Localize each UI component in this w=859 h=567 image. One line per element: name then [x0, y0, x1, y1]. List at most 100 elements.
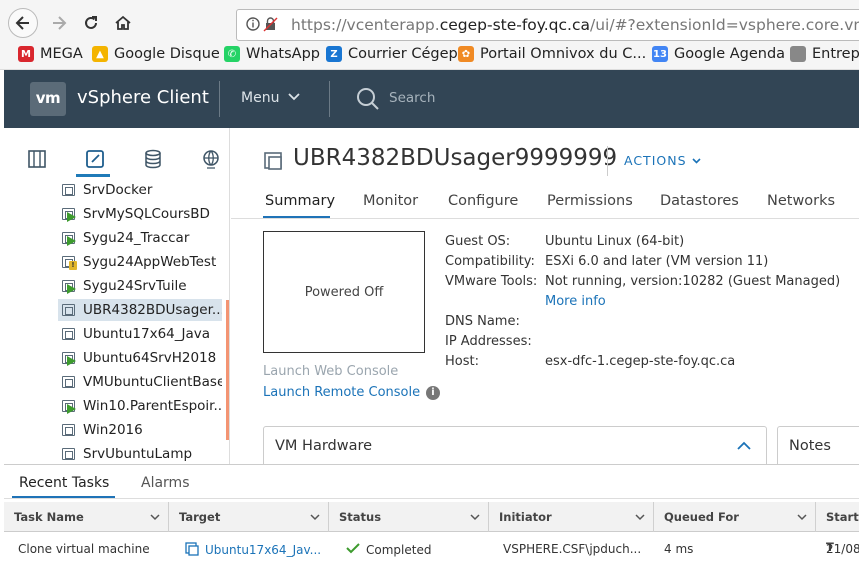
bookmark-item[interactable]: M MEGA — [18, 46, 83, 62]
vm-icon — [62, 447, 77, 462]
bookmark-item[interactable]: ✿ Portail Omnivox du C... — [458, 46, 646, 62]
bookmark-label: Google Agenda — [674, 46, 786, 62]
home-button[interactable] — [108, 8, 138, 38]
tree-item-label: Sygu24AppWebTest — [83, 254, 217, 270]
tree-item[interactable]: Ubuntu17x64_Java — [58, 323, 222, 345]
tree-item[interactable]: UBR4382BDUsager... — [58, 299, 222, 321]
vm-icon — [62, 423, 77, 438]
calendar-icon: 13 — [652, 46, 668, 62]
reload-icon — [85, 16, 97, 29]
console-thumbnail[interactable]: Powered Off — [263, 231, 425, 353]
google-drive-icon: ▲ — [92, 46, 108, 62]
menu-button[interactable]: Menu — [241, 90, 300, 106]
header-divider — [219, 81, 220, 117]
tree-item[interactable]: Ubuntu64SrvH2018 — [58, 347, 222, 369]
header-divider — [329, 81, 330, 117]
launch-remote-console-link[interactable]: Launch Remote Console — [263, 385, 420, 400]
task-initiator: VSPHERE.CSF\jpduch... — [503, 542, 642, 556]
chevron-down-icon[interactable] — [310, 513, 320, 521]
column-header-label: Task Name — [14, 510, 84, 524]
tree-item[interactable]: ! Sygu24AppWebTest — [58, 251, 222, 273]
column-header[interactable]: Status — [329, 502, 489, 532]
hosts-clusters-tab[interactable] — [24, 146, 50, 172]
chevron-down-icon[interactable] — [470, 513, 480, 521]
omnivox-icon: ✿ — [458, 46, 474, 62]
vm-icon — [185, 542, 199, 556]
column-header[interactable]: Start T — [816, 502, 859, 554]
tree-item[interactable]: SrvUbuntuLamp — [58, 443, 222, 464]
tab-permissions[interactable]: Permissions — [547, 193, 633, 209]
actions-label: ACTIONS — [624, 153, 687, 168]
bookmark-label: Google Disque — [114, 46, 220, 62]
bookmark-item[interactable]: Z Courrier Cégep — [326, 46, 458, 62]
vms-templates-tab[interactable] — [82, 146, 108, 172]
bookmark-item[interactable]: Entrepr — [790, 46, 859, 62]
vm-warning-icon: ! — [62, 255, 77, 270]
bookmark-item[interactable]: ▲ Google Disque — [92, 46, 220, 62]
vm-summary-panel: UBR4382BDUsager9999999 ACTIONS Summary Mo… — [231, 128, 859, 464]
tree-item[interactable]: Win2016 — [58, 419, 222, 441]
search-icon[interactable] — [355, 86, 381, 112]
vmware-logo: vm — [30, 82, 66, 116]
property-label: Guest OS: — [445, 234, 511, 249]
tree-item[interactable]: VMUbuntuClientBase — [58, 371, 222, 393]
forward-button[interactable] — [44, 8, 74, 38]
tabs-divider — [4, 498, 859, 499]
tree-item[interactable]: SrvMySQLCoursBD — [58, 203, 222, 225]
tree-item[interactable]: SrvDocker — [58, 179, 222, 201]
url-host: cegep-ste-foy.qc.ca — [439, 16, 590, 34]
property-label: VMware Tools: — [445, 274, 538, 289]
column-header[interactable]: Task Name — [4, 502, 169, 532]
info-icon[interactable]: i — [426, 386, 440, 400]
back-button[interactable] — [8, 8, 38, 38]
property-label: IP Addresses: — [445, 334, 532, 349]
column-header[interactable]: Target — [169, 502, 329, 532]
vm-powered-on-icon — [62, 399, 77, 414]
property-label: DNS Name: — [445, 314, 520, 329]
column-header[interactable]: Initiator — [489, 502, 654, 532]
tree-item-label: UBR4382BDUsager... — [83, 302, 222, 318]
networking-tab[interactable] — [198, 146, 224, 172]
navigator-panel: SrvDocker SrvMySQLCoursBD Sygu24_Traccar! S… — [4, 128, 230, 464]
home-icon — [115, 15, 131, 30]
bookmark-item[interactable]: ✆ WhatsApp — [224, 46, 320, 62]
chevron-down-icon[interactable] — [797, 513, 807, 521]
tab-datastores[interactable]: Datastores — [660, 193, 739, 209]
tab-networks[interactable]: Networks — [767, 193, 835, 209]
actions-menu-button[interactable]: ACTIONS — [624, 153, 701, 168]
scroll-indicator[interactable] — [226, 300, 229, 440]
search-input[interactable]: Search — [389, 90, 435, 106]
tree-item[interactable]: Sygu24_Traccar — [58, 227, 222, 249]
task-name: Clone virtual machine — [18, 542, 150, 556]
tab-configure[interactable]: Configure — [448, 193, 518, 209]
task-status-label: Completed — [366, 543, 432, 557]
storage-tab[interactable] — [140, 146, 166, 172]
chevron-up-icon[interactable] — [736, 440, 752, 452]
tree-item-label: Ubuntu64SrvH2018 — [83, 350, 217, 366]
column-header[interactable]: Queued For — [654, 502, 816, 532]
tab-recent-tasks[interactable]: Recent Tasks — [19, 475, 109, 491]
property-value: Ubuntu Linux (64-bit) — [545, 234, 685, 249]
more-info-link[interactable]: More info — [545, 294, 606, 309]
tree-item[interactable]: Sygu24SrvTuile — [58, 275, 222, 297]
tree-item[interactable]: Win10.ParentEspoir... — [58, 395, 222, 417]
tree-item-label: SrvDocker — [83, 182, 153, 198]
property-value: Not running, version:10282 (Guest Manage… — [545, 274, 841, 289]
task-target-link[interactable]: Ubuntu17x64_Jav... — [185, 542, 321, 557]
bookmark-item[interactable]: 13 Google Agenda — [652, 46, 785, 62]
reload-button[interactable] — [76, 8, 106, 38]
mega-icon: M — [18, 46, 34, 62]
tasks-grid-header: Task Name Target Status Initiator Queued For… — [4, 502, 859, 554]
chevron-down-icon[interactable] — [635, 513, 645, 521]
app-title: vSphere Client — [77, 87, 209, 108]
hosts-icon — [28, 150, 46, 168]
tab-alarms[interactable]: Alarms — [141, 475, 190, 491]
address-bar[interactable]: https://vcenterapp.cegep-ste-foy.qc.ca/u… — [236, 9, 859, 41]
active-tab-indicator — [76, 174, 110, 177]
vm-icon — [62, 375, 77, 390]
chevron-down-icon[interactable] — [150, 513, 160, 521]
tab-summary[interactable]: Summary — [265, 193, 335, 209]
site-info-icon[interactable] — [246, 16, 280, 36]
tree-item-label: VMUbuntuClientBase — [83, 374, 222, 390]
tab-monitor[interactable]: Monitor — [363, 193, 418, 209]
